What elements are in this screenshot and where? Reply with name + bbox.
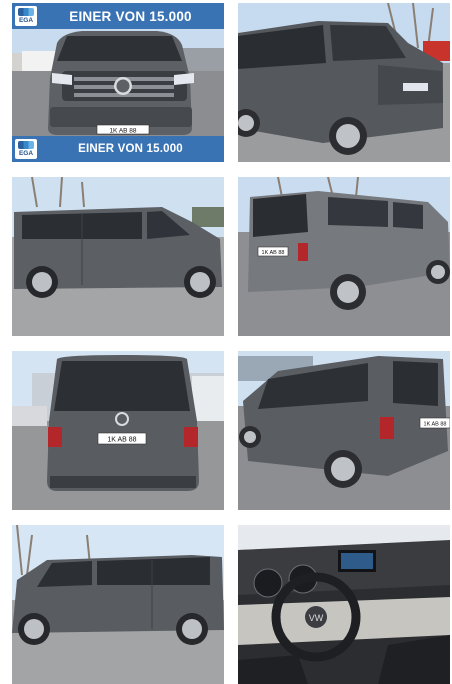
van-rear-image[interactable]: 1K AB 88 [12,351,224,510]
ega-logo-icon: EGA [15,139,37,159]
van-rear-right-image[interactable]: 1K AB 88 [238,351,450,510]
van-front-left-photo [238,3,450,162]
van-interior-photo: VW [238,525,450,684]
ega-logo-icon: EGA [15,6,37,26]
van-left-side-photo [12,177,224,336]
rear-plate-text: 1K AB 88 [107,437,136,444]
van-front-image[interactable]: 1K AB 88 EGA EINER VON 15.000 EGA EINER … [12,3,224,162]
promo-banner-bottom-text: EINER VON 15.000 [78,143,183,155]
van-interior-image[interactable]: VW [238,525,450,684]
van-rear-left-photo: 1K AB 88 [238,177,450,336]
rear-left-plate-text: 1K AB 88 [262,250,285,256]
van-right-side-image[interactable] [12,525,224,684]
svg-text:VW: VW [309,613,324,623]
van-left-side-image[interactable] [12,177,224,336]
van-rear-photo: 1K AB 88 [12,351,224,510]
promo-banner-top-text: EINER VON 15.000 [69,8,192,24]
promo-banner-top: EGA EINER VON 15.000 [12,3,224,29]
van-front-left-image[interactable] [238,3,450,162]
van-rear-left-image[interactable]: 1K AB 88 [238,177,450,336]
promo-banner-bottom: EGA EINER VON 15.000 [12,136,224,162]
van-rear-right-photo: 1K AB 88 [238,351,450,510]
van-right-side-photo [12,525,224,684]
front-plate-text: 1K AB 88 [109,128,136,135]
rear-right-plate-text: 1K AB 88 [424,422,447,428]
